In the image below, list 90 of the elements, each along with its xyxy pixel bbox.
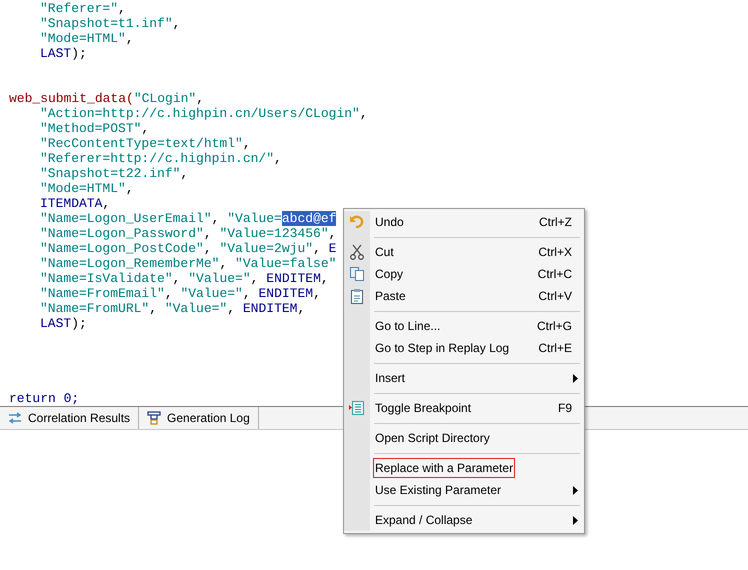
code-token: "Mode=HTML": [40, 181, 126, 196]
scissors-icon: [349, 244, 365, 260]
menu-item[interactable]: Undo: [373, 212, 406, 232]
code-token: "Value=": [180, 286, 243, 301]
shortcut-label: Ctrl+V: [538, 288, 572, 305]
code-token: web_submit_data(: [9, 91, 134, 106]
menu-item[interactable]: Cut: [373, 242, 396, 262]
log-icon: [147, 411, 162, 425]
code-token: "Name=Logon_PostCode": [40, 241, 204, 256]
code-token: "Referer=http://c.highpin.cn/": [40, 151, 274, 166]
code-token: ENDITEM: [258, 286, 314, 301]
code-token: ,: [102, 196, 110, 211]
code-token: "Name=Logon_Password": [40, 226, 204, 241]
code-token: ,: [313, 241, 322, 256]
code-token: "Name=FromURL": [40, 301, 150, 316]
breakpoint-list-icon: [349, 401, 365, 415]
copy-icon: [349, 266, 365, 282]
code-token: ,: [219, 256, 228, 271]
code-token: ,: [126, 31, 134, 46]
code-token: ITEMDATA: [40, 196, 102, 211]
code-token: ,: [164, 286, 174, 301]
shortcut-label: Ctrl+C: [538, 266, 572, 283]
code-token: "Name=FromEmail": [40, 286, 165, 301]
arrows-icon: [8, 412, 22, 424]
panel-tab[interactable]: Generation Log: [139, 407, 259, 429]
code-token: );: [71, 46, 87, 61]
menu-item[interactable]: Go to Line...: [373, 316, 442, 336]
code-token: LAST: [40, 316, 72, 331]
code-token: "Value=": [164, 301, 228, 316]
code-token: "RecContentType=text/html": [40, 136, 243, 151]
code-token: ,: [274, 151, 282, 166]
shortcut-label: Ctrl+E: [538, 340, 572, 357]
code-token: ,: [297, 301, 306, 316]
code-token: ,: [141, 121, 150, 136]
code-token: ,: [204, 241, 213, 256]
code-token: ,: [227, 301, 236, 316]
shortcut-label: F9: [558, 400, 572, 417]
menu-item[interactable]: Go to Step in Replay Log: [373, 338, 512, 358]
code-token: ,: [196, 91, 204, 106]
code-token: "Mode=HTML": [40, 31, 126, 46]
code-token: "Method=POST": [40, 121, 142, 136]
code-token: E: [328, 241, 336, 256]
menu-item[interactable]: Paste: [373, 286, 408, 306]
shortcut-label: Ctrl+Z: [539, 214, 572, 231]
code-token: ,: [180, 166, 188, 181]
code-token: "Value=false": [235, 256, 336, 271]
code-token: ,: [320, 271, 329, 286]
shortcut-label: Ctrl+X: [538, 244, 572, 261]
code-token: "Value=123456": [219, 226, 329, 241]
code-token: "Snapshot=t22.inf": [40, 166, 180, 181]
code-token: ,: [360, 106, 368, 121]
code-token: ,: [126, 181, 134, 196]
code-token: return 0;: [9, 391, 80, 406]
code-token: ,: [250, 271, 260, 286]
code-token: "Value=": [188, 271, 251, 286]
shortcut-label: Ctrl+G: [536, 318, 572, 335]
selected-code-text: abcd@ef: [282, 211, 336, 226]
code-token: "Value=2wju": [219, 241, 314, 256]
code-token: ,: [242, 286, 252, 301]
code-token: ,: [242, 136, 251, 151]
menu-item[interactable]: Use Existing Parameter: [373, 480, 504, 500]
menu-item[interactable]: Replace with a Parameter: [373, 458, 516, 478]
code-token: ,: [172, 16, 180, 31]
code-token: "Action=http://c.highpin.cn/Users/CLogin": [40, 106, 360, 121]
code-token: LAST: [40, 46, 72, 61]
code-token: "Name=Logon_RememberMe": [40, 256, 220, 271]
menu-item[interactable]: Open Script Directory: [373, 428, 492, 448]
panel-tab[interactable]: Correlation Results: [0, 407, 140, 429]
code-token: ,: [328, 226, 336, 241]
code-token: "Snapshot=t1.inf": [40, 16, 173, 31]
menu-item[interactable]: Copy: [373, 264, 406, 284]
code-token: "Name=IsValidate": [40, 271, 173, 286]
code-token: "Value=: [227, 211, 282, 226]
code-token: "Referer=": [40, 1, 118, 16]
menu-item[interactable]: Expand / Collapse: [373, 510, 474, 530]
code-token: "Name=Logon_UserEmail": [40, 211, 212, 226]
code-token: );: [71, 316, 87, 331]
undo-icon: [349, 215, 365, 229]
clipboard-icon: [349, 288, 365, 304]
code-token: "CLogin": [134, 91, 196, 106]
code-token: ENDITEM: [242, 301, 298, 316]
code-token: ENDITEM: [266, 271, 321, 286]
code-token: ,: [149, 301, 158, 316]
code-token: ,: [212, 211, 220, 226]
code-token: ,: [204, 226, 213, 241]
menu-item[interactable]: Insert: [373, 368, 408, 388]
code-token: ,: [313, 286, 321, 301]
code-token: ,: [172, 271, 182, 286]
menu-item[interactable]: Toggle Breakpoint: [373, 398, 474, 418]
code-token: ,: [118, 1, 126, 16]
